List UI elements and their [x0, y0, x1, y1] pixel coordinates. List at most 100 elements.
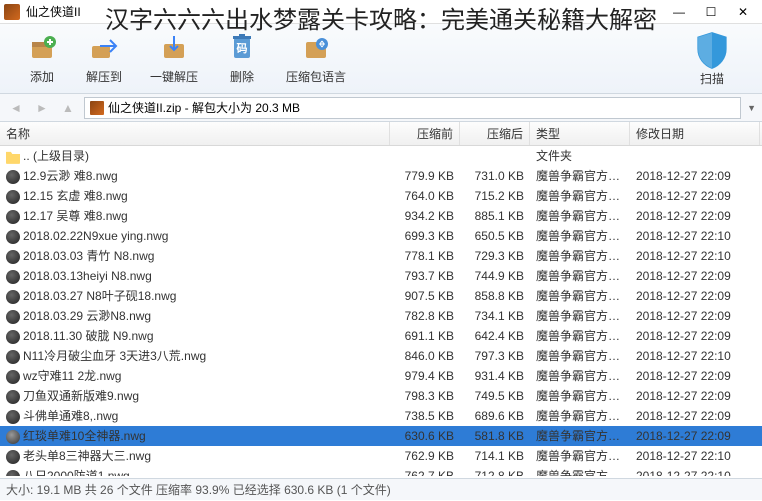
file-name: 红琰单难10全神器.nwg	[23, 429, 146, 443]
file-name: 刀鱼双通新版难9.nwg	[23, 389, 139, 403]
file-type: 文件夹	[530, 146, 630, 166]
file-type: 魔兽争霸官方对战...	[530, 266, 630, 286]
file-name: 2018.03.13heiyi N8.nwg	[23, 269, 152, 283]
table-row[interactable]: 2018.03.03 青竹 N8.nwg778.1 KB729.3 KB魔兽争霸…	[0, 246, 762, 266]
file-type: 魔兽争霸官方对战...	[530, 346, 630, 366]
file-icon	[6, 370, 20, 384]
extract-to-label: 解压到	[86, 68, 122, 85]
file-name: 2018.03.27 N8叶子砚18.nwg	[23, 289, 176, 303]
size-after: 858.8 KB	[460, 286, 530, 306]
file-name: 12.15 玄虚 难8.nwg	[23, 189, 128, 203]
size-before: 630.6 KB	[390, 426, 460, 446]
address-bar: ◄ ► ▲ 仙之侠道II.zip - 解包大小为 20.3 MB ▼	[0, 94, 762, 122]
scan-label: 扫描	[700, 70, 724, 87]
add-button[interactable]: 添加	[12, 28, 72, 89]
header-after[interactable]: 压缩后	[460, 122, 530, 145]
close-button[interactable]: ✕	[728, 2, 758, 22]
table-row[interactable]: 红琰单难10全神器.nwg630.6 KB581.8 KB魔兽争霸官方对战...…	[0, 426, 762, 446]
size-after: 749.5 KB	[460, 386, 530, 406]
size-before: 738.5 KB	[390, 406, 460, 426]
size-before: 762.7 KB	[390, 466, 460, 476]
header-name[interactable]: 名称	[0, 122, 390, 145]
column-headers: 名称 压缩前 压缩后 类型 修改日期	[0, 122, 762, 146]
file-date: 2018-12-27 22:09	[630, 366, 760, 386]
file-date: 2018-12-27 22:09	[630, 186, 760, 206]
file-name: .. (上级目录)	[23, 149, 89, 163]
table-row[interactable]: 斗佛单通难8,.nwg738.5 KB689.6 KB魔兽争霸官方对战...20…	[0, 406, 762, 426]
header-type[interactable]: 类型	[530, 122, 630, 145]
file-date: 2018-12-27 22:09	[630, 306, 760, 326]
size-before: 934.2 KB	[390, 206, 460, 226]
zip-icon	[90, 101, 104, 115]
file-date: 2018-12-27 22:10	[630, 466, 760, 476]
file-icon	[6, 350, 20, 364]
nav-up-button[interactable]: ▲	[58, 98, 78, 118]
table-row[interactable]: wz守难11 2龙.nwg979.4 KB931.4 KB魔兽争霸官方对战...…	[0, 366, 762, 386]
window-title: 仙之侠道II	[26, 3, 664, 20]
table-row[interactable]: 2018.03.29 云渺N8.nwg782.8 KB734.1 KB魔兽争霸官…	[0, 306, 762, 326]
file-icon	[6, 310, 20, 324]
toolbar: 添加 解压到 一键解压 码 删除 压缩包语言 扫描	[0, 24, 762, 94]
header-date[interactable]: 修改日期	[630, 122, 760, 145]
table-row[interactable]: 2018.11.30 破胧 N9.nwg691.1 KB642.4 KB魔兽争霸…	[0, 326, 762, 346]
size-after: 715.2 KB	[460, 186, 530, 206]
file-name: 2018.11.30 破胧 N9.nwg	[23, 329, 154, 343]
delete-button[interactable]: 码 删除	[212, 28, 272, 89]
svg-text:码: 码	[237, 42, 248, 55]
file-date: 2018-12-27 22:09	[630, 386, 760, 406]
size-after: 714.1 KB	[460, 446, 530, 466]
table-row[interactable]: 2018.02.22N9xue ying.nwg699.3 KB650.5 KB…	[0, 226, 762, 246]
file-date: 2018-12-27 22:10	[630, 246, 760, 266]
file-name: 2018.03.29 云渺N8.nwg	[23, 309, 151, 323]
language-button[interactable]: 压缩包语言	[272, 28, 360, 89]
one-click-icon	[158, 32, 190, 64]
table-row[interactable]: N11冷月破尘血牙 3天进3八荒.nwg846.0 KB797.3 KB魔兽争霸…	[0, 346, 762, 366]
size-before: 762.9 KB	[390, 446, 460, 466]
table-row[interactable]: 2018.03.27 N8叶子砚18.nwg907.5 KB858.8 KB魔兽…	[0, 286, 762, 306]
file-list[interactable]: .. (上级目录) 文件夹12.9云渺 难8.nwg779.9 KB731.0 K…	[0, 146, 762, 476]
table-row[interactable]: 刀鱼双通新版难9.nwg798.3 KB749.5 KB魔兽争霸官方对战...2…	[0, 386, 762, 406]
table-row[interactable]: 2018.03.13heiyi N8.nwg793.7 KB744.9 KB魔兽…	[0, 266, 762, 286]
file-type: 魔兽争霸官方对战...	[530, 226, 630, 246]
nav-forward-button[interactable]: ►	[32, 98, 52, 118]
file-type: 魔兽争霸官方对战...	[530, 206, 630, 226]
address-text: 仙之侠道II.zip - 解包大小为 20.3 MB	[108, 99, 300, 116]
size-before: 699.3 KB	[390, 226, 460, 246]
size-before: 782.8 KB	[390, 306, 460, 326]
nav-back-button[interactable]: ◄	[6, 98, 26, 118]
table-row[interactable]: .. (上级目录) 文件夹	[0, 146, 762, 166]
file-icon	[6, 470, 20, 476]
app-icon	[4, 4, 20, 20]
minimize-button[interactable]: —	[664, 2, 694, 22]
one-click-extract-button[interactable]: 一键解压	[136, 28, 212, 89]
shield-icon	[689, 31, 735, 70]
file-date: 2018-12-27 22:10	[630, 446, 760, 466]
table-row[interactable]: 12.15 玄虚 难8.nwg764.0 KB715.2 KB魔兽争霸官方对战.…	[0, 186, 762, 206]
delete-label: 删除	[230, 68, 254, 85]
file-name: 12.9云渺 难8.nwg	[23, 169, 118, 183]
table-row[interactable]: 老头单8三神器大三.nwg762.9 KB714.1 KB魔兽争霸官方对战...…	[0, 446, 762, 466]
table-row[interactable]: 八日2000防道1.nwg762.7 KB712.8 KB魔兽争霸官方对战...…	[0, 466, 762, 476]
file-icon	[6, 390, 20, 404]
file-icon	[6, 290, 20, 304]
file-name: wz守难11 2龙.nwg	[23, 369, 121, 383]
file-date: 2018-12-27 22:09	[630, 206, 760, 226]
file-icon	[6, 250, 20, 264]
file-icon	[6, 190, 20, 204]
file-date: 2018-12-27 22:10	[630, 226, 760, 246]
window-controls: — ☐ ✕	[664, 2, 758, 22]
table-row[interactable]: 12.17 吴尊 难8.nwg934.2 KB885.1 KB魔兽争霸官方对战.…	[0, 206, 762, 226]
header-before[interactable]: 压缩前	[390, 122, 460, 145]
file-icon	[6, 410, 20, 424]
extract-to-button[interactable]: 解压到	[72, 28, 136, 89]
address-dropdown-button[interactable]: ▼	[747, 103, 756, 113]
scan-button[interactable]: 扫描	[674, 31, 750, 87]
size-after: 642.4 KB	[460, 326, 530, 346]
file-name: 斗佛单通难8,.nwg	[23, 409, 118, 423]
file-date: 2018-12-27 22:09	[630, 166, 760, 186]
table-row[interactable]: 12.9云渺 难8.nwg779.9 KB731.0 KB魔兽争霸官方对战...…	[0, 166, 762, 186]
maximize-button[interactable]: ☐	[696, 2, 726, 22]
address-input[interactable]: 仙之侠道II.zip - 解包大小为 20.3 MB	[84, 97, 741, 119]
size-before: 846.0 KB	[390, 346, 460, 366]
file-name: 2018.02.22N9xue ying.nwg	[23, 229, 168, 243]
